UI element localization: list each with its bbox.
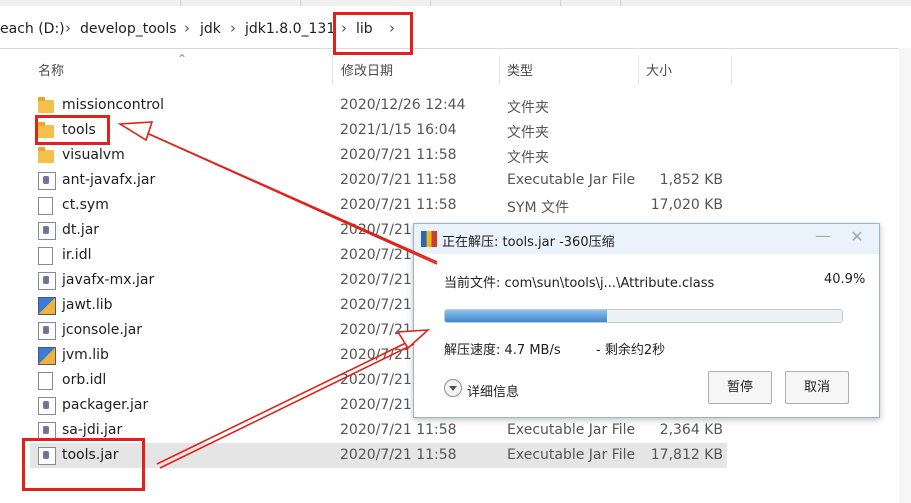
arrow-to-dialog [156, 329, 431, 469]
arrow-to-tools-folder [117, 121, 438, 265]
arrow-head [117, 121, 154, 142]
arrow-shaft [159, 343, 415, 469]
arrow-shaft [156, 339, 413, 465]
annotation-arrows [117, 121, 438, 469]
arrow-shaft [139, 129, 438, 265]
